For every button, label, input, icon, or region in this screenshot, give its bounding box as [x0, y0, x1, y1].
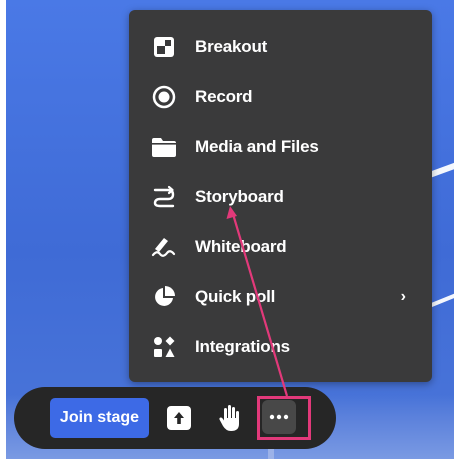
join-stage-button[interactable]: Join stage: [50, 398, 149, 438]
pie-chart-icon: [151, 284, 177, 310]
menu-item-whiteboard[interactable]: Whiteboard: [129, 222, 432, 272]
chevron-right-icon: ›: [400, 288, 406, 305]
integrations-icon: [151, 334, 177, 360]
menu-item-label: Integrations: [195, 337, 290, 356]
menu-item-record[interactable]: Record: [129, 72, 432, 122]
menu-item-quick-poll[interactable]: Quick poll ›: [129, 272, 432, 322]
whiteboard-icon: [151, 234, 177, 260]
raise-hand-button[interactable]: [216, 403, 244, 433]
raise-hand-icon: [219, 404, 241, 432]
menu-item-label: Media and Files: [195, 137, 319, 156]
menu-item-label: Quick poll: [195, 287, 276, 306]
more-dots-icon: [269, 414, 289, 420]
upload-button[interactable]: [167, 406, 191, 430]
menu-item-label: Whiteboard: [195, 237, 287, 256]
menu-item-label: Breakout: [195, 37, 268, 56]
storyboard-icon: [151, 184, 177, 210]
record-icon: [151, 84, 177, 110]
more-options-button[interactable]: [262, 400, 296, 434]
menu-item-storyboard[interactable]: Storyboard: [129, 172, 432, 222]
menu-item-label: Record: [195, 87, 253, 106]
menu-item-integrations[interactable]: Integrations: [129, 322, 432, 372]
menu-item-media-and-files[interactable]: Media and Files: [129, 122, 432, 172]
menu-item-breakout[interactable]: Breakout: [129, 22, 432, 72]
breakout-icon: [151, 34, 177, 60]
menu-item-label: Storyboard: [195, 187, 284, 206]
folder-icon: [151, 134, 177, 160]
upload-icon: [171, 410, 187, 426]
more-options-menu: Breakout Record Media and Files Storyboa…: [129, 10, 432, 382]
